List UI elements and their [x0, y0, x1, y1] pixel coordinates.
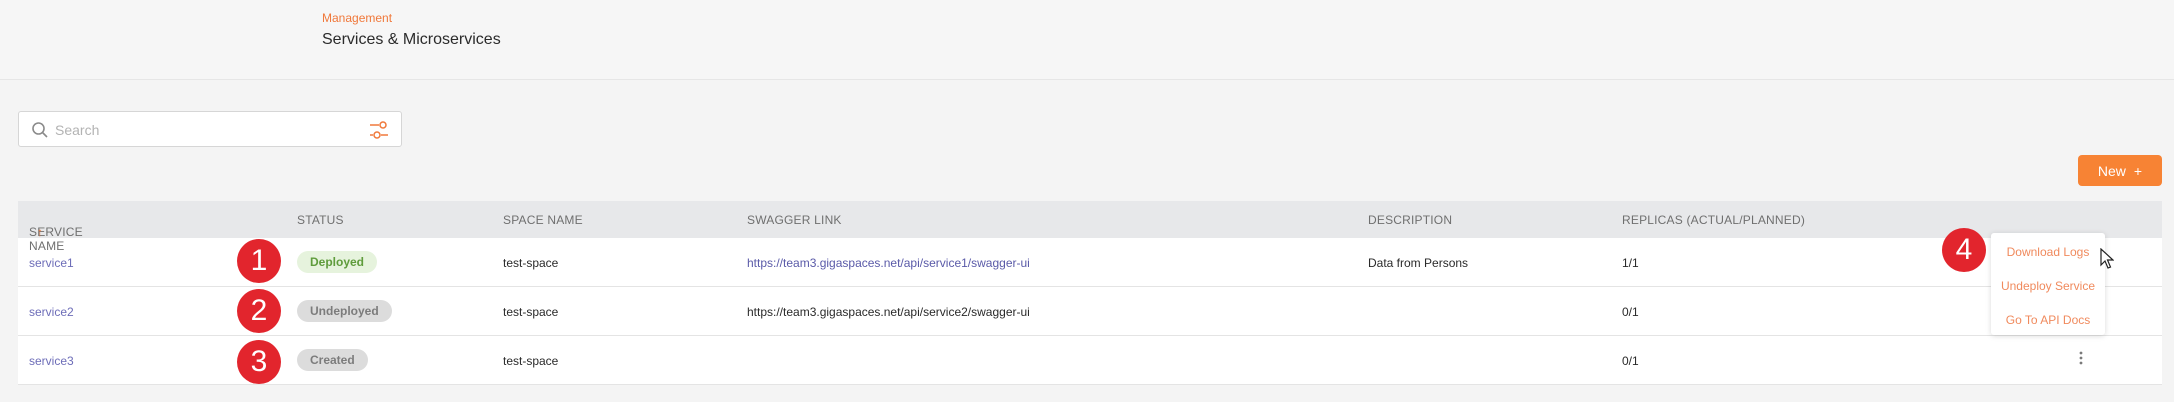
table-row[interactable]: service2 Undeployed test-space https://t…: [18, 287, 2162, 336]
menu-item-download-logs[interactable]: Download Logs: [1991, 245, 2105, 259]
table-row[interactable]: service3 Created test-space 0/1: [18, 336, 2162, 385]
service-name-link[interactable]: service1: [29, 256, 74, 270]
column-header-space-name[interactable]: SPACE NAME: [503, 213, 583, 227]
column-header-replicas[interactable]: REPLICAS (ACTUAL/PLANNED): [1622, 213, 1805, 227]
swagger-link: https://team3.gigaspaces.net/api/service…: [747, 305, 1030, 319]
description: Data from Persons: [1368, 256, 1469, 270]
column-header-swagger-link[interactable]: SWAGGER LINK: [747, 213, 842, 227]
menu-item-undeploy-service[interactable]: Undeploy Service: [1991, 279, 2105, 293]
space-name: test-space: [503, 256, 559, 270]
table-row[interactable]: service1 Deployed test-space https://tea…: [18, 238, 2162, 287]
replicas: 1/1: [1622, 256, 1639, 270]
service-name-link[interactable]: service2: [29, 305, 74, 319]
filter-settings-icon[interactable]: [369, 120, 389, 145]
search-icon: [31, 121, 49, 144]
page-header: Management Services & Microservices: [0, 0, 2174, 80]
annotation-marker-2: 2: [237, 289, 281, 333]
space-name: test-space: [503, 354, 559, 368]
annotation-marker-3: 3: [237, 340, 281, 384]
column-header-description[interactable]: DESCRIPTION: [1368, 213, 1452, 227]
page-title: Services & Microservices: [322, 31, 501, 48]
menu-item-go-to-api-docs[interactable]: Go To API Docs: [1991, 313, 2105, 327]
service-name-link[interactable]: service3: [29, 354, 74, 368]
breadcrumb[interactable]: Management: [322, 11, 392, 25]
status-badge: Deployed: [297, 251, 378, 273]
plus-icon: +: [2133, 162, 2143, 179]
swagger-link[interactable]: https://team3.gigaspaces.net/api/service…: [747, 256, 1030, 270]
annotation-marker-4: 4: [1942, 228, 1986, 272]
more-actions-icon[interactable]: [2078, 350, 2084, 371]
mouse-cursor-icon: [2100, 247, 2115, 275]
search-input[interactable]: [55, 120, 355, 140]
new-button[interactable]: New +: [2078, 155, 2162, 186]
status-badge: Created: [297, 349, 368, 371]
row-actions-menu: Download Logs Undeploy Service Go To API…: [1991, 233, 2105, 335]
search-box[interactable]: [18, 111, 402, 147]
status-badge: Undeployed: [297, 300, 392, 322]
table-header: SERVICE NAME ↑ STATUS SPACE NAME SWAGGER…: [18, 201, 2162, 253]
annotation-marker-1: 1: [237, 239, 281, 283]
new-button-label: New: [2097, 162, 2126, 179]
space-name: test-space: [503, 305, 559, 319]
replicas: 0/1: [1622, 305, 1639, 319]
sort-ascending-icon[interactable]: ↑: [37, 225, 43, 239]
services-table: SERVICE NAME ↑ STATUS SPACE NAME SWAGGER…: [18, 201, 2162, 385]
column-header-status[interactable]: STATUS: [297, 213, 344, 227]
replicas: 0/1: [1622, 354, 1639, 368]
